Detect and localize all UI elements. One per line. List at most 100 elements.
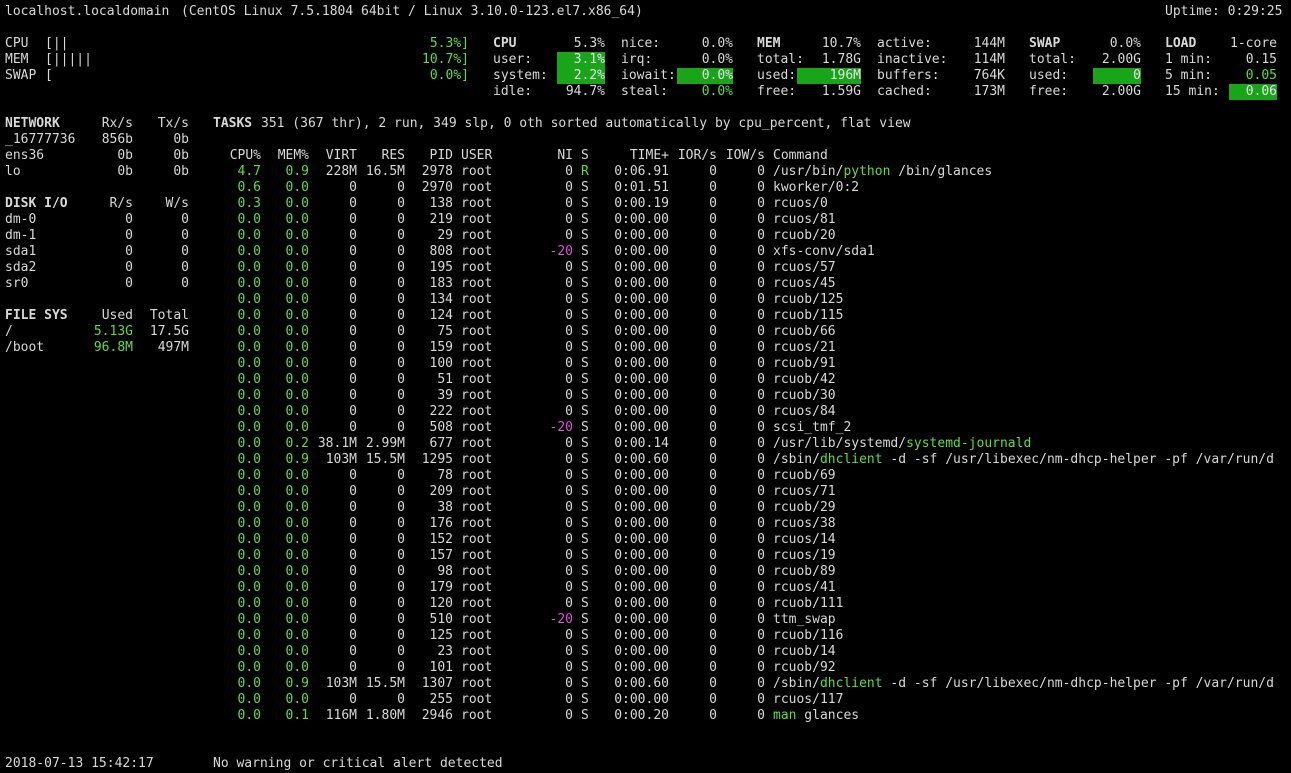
process-row[interactable]: 0.0 0.0 0 0 179 root 0 S 0:00.00 0 0 rcuos/41 [0,580,1291,596]
process-row[interactable]: 0.0 0.0 0 0 23 root 0 S 0:00.00 0 0 rcuob/14 [0,644,1291,660]
process-row[interactable]: 0.0 0.0 0 0 134 root 0 S 0:00.00 0 0 rcuob/125 [0,292,1291,308]
proc-ior: 0 [709,644,717,659]
proc-mem: 0.0 [285,212,309,227]
process-row[interactable]: 0.0 0.0 0 0 222 root 0 S 0:00.00 0 0 rcuos/84 [0,404,1291,420]
proc-user: root [461,564,493,579]
col-command-header[interactable]: Command [773,148,828,164]
proc-cpu: 0.0 [237,692,261,707]
proc-command-part: rcuos/41 [773,580,836,595]
process-row[interactable]: 0.0 0.0 0 0 101 root 0 S 0:00.00 0 0 rcuob/92 [0,660,1291,676]
proc-mem: 0.0 [285,420,309,435]
process-row[interactable]: 0.0 0.0 0 0 100 root 0 S 0:00.00 0 0 rcuob/91 [0,356,1291,372]
proc-user: root [461,644,493,659]
proc-user: root [461,244,493,259]
proc-virt: 0 [349,404,357,419]
process-row[interactable]: 0.0 0.2 38.1M 2.99M 677 root 0 S 0:00.14 0 0/usr/l… [0,436,1291,452]
proc-pid: 29 [437,228,453,243]
proc-nice: 0 [565,660,573,675]
process-row[interactable]: 0.0 0.1 116M 1.80M 2946 root 0 S 0:00.20 0 0 man gl… [0,708,1291,724]
process-row[interactable]: 0.6 0.0 0 0 2970 root 0 S 0:01.51 0 0 kworker/0:2 [0,180,1291,196]
process-row[interactable]: 0.0 0.0 0 0 51 root 0 S 0:00.00 0 0 rcuob/42 [0,372,1291,388]
proc-nice: 0 [565,484,573,499]
process-row[interactable]: 0.0 0.0 0 0 159 root 0 S 0:00.00 0 0 rcuos/21 [0,340,1291,356]
col-user-header[interactable]: USER [461,148,492,164]
proc-pid: 808 [429,244,453,259]
col-virt-header[interactable]: VIRT [326,148,357,164]
col-state-header[interactable]: S [581,148,589,164]
process-row[interactable]: 0.0 0.0 0 0 195 root 0 S 0:00.00 0 0 rcuos/57 [0,260,1291,276]
proc-user: root [461,388,493,403]
process-row[interactable]: 0.0 0.0 0 0 124 root 0 S 0:00.00 0 0 rcuob/115 [0,308,1291,324]
col-pid-header[interactable]: PID [430,148,453,164]
proc-virt: 0 [349,324,357,339]
process-row[interactable]: 0.3 0.0 0 0 138 root 0 S 0:00.19 0 0 rcuos/0 [0,196,1291,212]
proc-state: R [581,164,589,179]
process-row[interactable]: 0.0 0.0 0 0 808 root -20 S 0:00.00 0 0 xfs-conv/sda… [0,244,1291,260]
process-row[interactable]: 4.7 0.9 228M 16.5M 2978 root 0 R 0:06.91 0 0/usr/b… [0,164,1291,180]
col-ni-header[interactable]: NI [557,148,573,164]
proc-command: rcuob/66 [773,324,836,340]
proc-res: 0 [397,244,405,259]
mem-used-label: used: [757,68,797,83]
swap-free-label: free: [1029,84,1069,99]
ql-cpu-value: 5.3%] [429,36,469,51]
proc-user: root [461,516,493,531]
proc-state: S [581,244,589,259]
col-cpu-header[interactable]: CPU% [230,148,261,164]
proc-cpu: 4.7 [237,164,261,179]
proc-mem: 0.0 [285,260,309,275]
proc-res: 0 [397,580,405,595]
proc-ior: 0 [709,244,717,259]
network-rx-header: Rx/s [101,116,133,131]
proc-res: 0 [397,196,405,211]
cpu-user-label: user: [493,52,533,67]
proc-pid: 677 [429,436,453,451]
process-row[interactable]: 0.0 0.0 0 0 78 root 0 S 0:00.00 0 0 rcuob/69 [0,468,1291,484]
process-row[interactable]: 0.0 0.0 0 0 152 root 0 S 0:00.00 0 0 rcuos/14 [0,532,1291,548]
process-row[interactable]: 0.0 0.0 0 0 29 root 0 S 0:00.00 0 0 rcuob/20 [0,228,1291,244]
proc-ior: 0 [709,212,717,227]
process-row[interactable]: 0.0 0.0 0 0 209 root 0 S 0:00.00 0 0 rcuos/71 [0,484,1291,500]
proc-virt: 0 [349,692,357,707]
proc-state: S [581,676,589,691]
process-row[interactable]: 0.0 0.0 0 0 39 root 0 S 0:00.00 0 0 rcuob/30 [0,388,1291,404]
swap-percent: 0.0% [1109,36,1141,51]
col-time-header[interactable]: TIME+ [630,148,669,164]
process-row[interactable]: 0.0 0.0 0 0 98 root 0 S 0:00.00 0 0 rcuob/89 [0,564,1291,580]
process-row[interactable]: 0.0 0.0 0 0 510 root -20 S 0:00.00 0 0 ttm_swap [0,612,1291,628]
process-row[interactable]: 0.0 0.0 0 0 176 root 0 S 0:00.00 0 0 rcuos/38 [0,516,1291,532]
proc-state: S [581,196,589,211]
proc-mem: 0.0 [285,660,309,675]
proc-nice: 0 [565,372,573,387]
process-row[interactable]: 0.0 0.0 0 0 75 root 0 S 0:00.00 0 0 rcuob/66 [0,324,1291,340]
process-row[interactable]: 0.0 0.0 0 0 219 root 0 S 0:00.00 0 0 rcuos/81 [0,212,1291,228]
cpu-idle-label: idle: [493,84,533,99]
proc-state: S [581,564,589,579]
process-row[interactable]: 0.0 0.0 0 0 125 root 0 S 0:00.00 0 0 rcuob/116 [0,628,1291,644]
proc-command: rcuos/45 [773,276,836,292]
proc-ior: 0 [709,628,717,643]
process-row[interactable]: 0.0 0.9 103M 15.5M 1307 root 0 S 0:00.60 0 0/sbin/… [0,676,1291,692]
process-row[interactable]: 0.0 0.0 0 0 508 root -20 S 0:00.00 0 0 scsi_tmf_2 [0,420,1291,436]
proc-cpu: 0.0 [237,580,261,595]
process-row[interactable]: 0.0 0.0 0 0 255 root 0 S 0:00.00 0 0 rcuos/117 [0,692,1291,708]
proc-iow: 0 [757,308,765,323]
proc-time: 0:00.00 [614,692,669,707]
process-row[interactable]: 0.0 0.0 0 0 120 root 0 S 0:00.00 0 0 rcuob/111 [0,596,1291,612]
proc-res: 0 [397,388,405,403]
process-row[interactable]: 0.0 0.0 0 0 183 root 0 S 0:00.00 0 0 rcuos/45 [0,276,1291,292]
process-row[interactable]: 0.0 0.0 0 0 157 root 0 S 0:00.00 0 0 rcuos/19 [0,548,1291,564]
proc-state: S [581,628,589,643]
proc-command-part: rcuob/115 [773,308,844,323]
proc-mem: 0.1 [285,708,309,723]
col-mem-header[interactable]: MEM% [278,148,309,164]
proc-iow: 0 [757,644,765,659]
col-iow-header[interactable]: IOW/s [726,148,765,164]
proc-virt: 0 [349,612,357,627]
col-ior-header[interactable]: IOR/s [678,148,717,164]
proc-state: S [581,292,589,307]
process-row[interactable]: 0.0 0.0 0 0 38 root 0 S 0:00.00 0 0 rcuob/29 [0,500,1291,516]
col-res-header[interactable]: RES [382,148,405,164]
process-row[interactable]: 0.0 0.9 103M 15.5M 1295 root 0 S 0:00.60 0 0/sbin/… [0,452,1291,468]
proc-time: 0:00.00 [614,308,669,323]
